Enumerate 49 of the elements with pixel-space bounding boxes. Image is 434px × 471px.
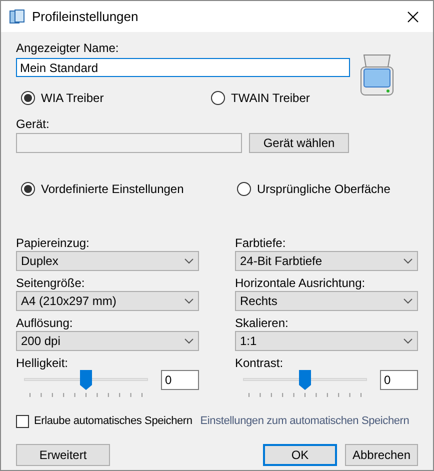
value-field[interactable]: 0 [161,370,199,390]
checkbox[interactable] [16,414,29,428]
chevron-down-icon [184,338,194,344]
device-field[interactable] [16,133,242,153]
radio-button[interactable] [21,182,35,196]
dropdown[interactable]: A4 (210x297 mm) [16,291,199,311]
chevron-down-icon [184,258,194,264]
chevron-down-icon [403,338,413,344]
app-icon [9,8,25,24]
dropdown[interactable]: 24-Bit Farbtiefe [235,251,418,271]
radio-label: Vordefinierte Einstellungen [41,181,184,198]
radio-label: Ursprüngliche Oberfäche [257,181,390,198]
field-label: Gerät: [16,117,50,131]
field-label: Helligkeit: [16,356,70,370]
field-label: Farbtiefe: [235,236,287,250]
field-label: Papiereinzug: [16,236,90,250]
radio-button[interactable] [211,91,225,105]
radio-button[interactable] [21,91,35,105]
slider-thumb[interactable] [299,370,311,390]
slider-track[interactable] [24,370,148,390]
cancel-button[interactable]: Abbrechen [345,444,418,466]
name-field[interactable]: Mein Standard [16,58,350,77]
radio-label: WIA Treiber [41,90,104,107]
value-field[interactable]: 0 [380,370,418,390]
slider-track[interactable] [243,370,367,390]
field-label: Angezeigter Name: [16,41,120,55]
window-title: Profileinstellungen [32,8,138,26]
field-label: Seitengröße: [16,276,86,290]
field-label: Horizontale Ausrichtung: [235,276,366,290]
close-icon[interactable] [407,10,419,22]
dropdown[interactable]: 200 dpi [16,331,199,351]
checkbox-label: Erlaube automatisches Speichern [34,414,192,429]
autosave-settings-link[interactable]: Einstellungen zum automatischen Speichern [200,413,410,430]
ok-button[interactable]: OK [263,444,337,466]
slider-thumb[interactable] [80,370,92,390]
radio-label: TWAIN Treiber [231,90,310,107]
chevron-down-icon [403,298,413,304]
field-label: Kontrast: [235,356,284,370]
advanced-button[interactable]: Erweitert [16,444,110,466]
field-label: Auflösung: [16,316,74,330]
scanner-icon [360,53,394,97]
chevron-down-icon [403,258,413,264]
dropdown[interactable]: 1:1 [235,331,418,351]
dropdown[interactable]: Rechts [235,291,418,311]
dropdown[interactable]: Duplex [16,251,199,271]
field-label: Skalieren: [235,316,290,330]
choose-device-button[interactable]: Gerät wählen [249,133,349,153]
chevron-down-icon [184,298,194,304]
radio-button[interactable] [237,182,251,196]
